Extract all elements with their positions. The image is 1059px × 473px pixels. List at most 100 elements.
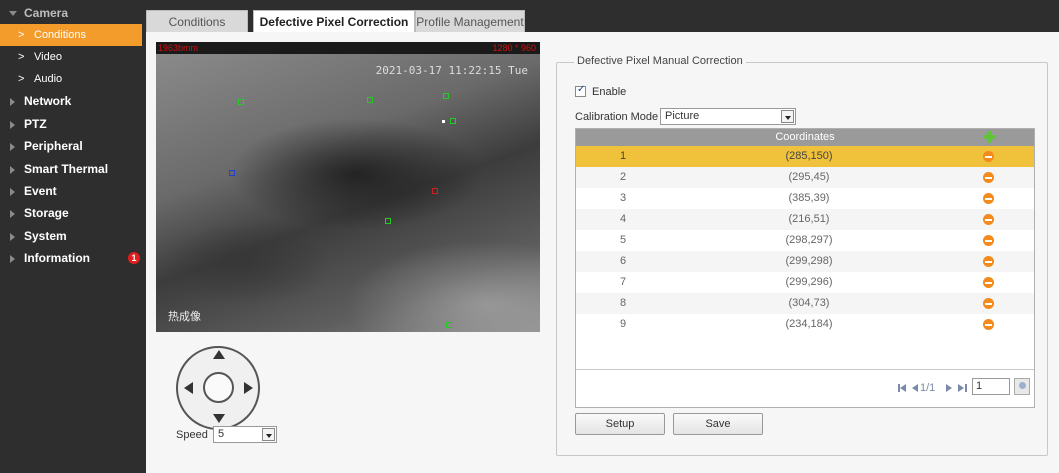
- sidebar-item-network[interactable]: Network: [0, 90, 146, 112]
- coordinates-table: Coordinates 1 (285,150) 2 (295,45) 3 (38…: [575, 128, 1035, 408]
- row-coordinate: (299,298): [785, 255, 833, 267]
- delete-icon[interactable]: [983, 193, 994, 204]
- sidebar-item-event[interactable]: Event: [0, 180, 146, 202]
- calibration-mode-value: Picture: [665, 110, 700, 122]
- expand-arrow-icon: [10, 98, 15, 107]
- calibration-mode-label: Calibration Mode: [575, 111, 659, 123]
- sidebar-item-label: System: [24, 228, 67, 243]
- expand-arrow-icon: [9, 11, 17, 16]
- sidebar-item-label: Event: [24, 183, 57, 198]
- row-coordinate: (234,184): [785, 318, 833, 330]
- delete-icon[interactable]: [983, 151, 994, 162]
- page-info: 1/1: [920, 382, 936, 394]
- delete-icon[interactable]: [983, 298, 994, 309]
- ptz-left-arrow-icon[interactable]: [184, 382, 193, 394]
- sidebar-item-smart-thermal[interactable]: Smart Thermal: [0, 158, 146, 180]
- save-button[interactable]: Save: [673, 413, 763, 435]
- row-number: 4: [619, 213, 627, 225]
- sidebar-item-peripheral[interactable]: Peripheral: [0, 135, 146, 157]
- video-timestamp: 2021-03-17 11:22:15 Tue: [375, 64, 528, 77]
- table-row[interactable]: 6 (299,298): [576, 251, 1034, 272]
- sidebar-item-label: Information: [24, 251, 90, 266]
- sidebar: Camera > Conditions > Video > Audio Netw…: [0, 0, 146, 473]
- row-number: 8: [619, 297, 627, 309]
- next-page-icon[interactable]: [946, 384, 952, 392]
- sidebar-item-label: Network: [24, 94, 72, 109]
- row-coordinate: (298,297): [785, 234, 833, 246]
- speed-label: Speed: [176, 429, 208, 441]
- delete-icon[interactable]: [983, 256, 994, 267]
- expand-arrow-icon: [10, 165, 15, 174]
- table-row[interactable]: 9 (234,184): [576, 314, 1034, 335]
- row-coordinate: (299,296): [785, 276, 833, 288]
- speed-select-value: 5: [218, 428, 225, 440]
- pixel-marker: [385, 218, 391, 224]
- tab-defective-pixel-correction[interactable]: Defective Pixel Correction: [253, 10, 415, 32]
- enable-checkbox[interactable]: [575, 84, 586, 97]
- sidebar-item-storage[interactable]: Storage: [0, 202, 146, 224]
- pixel-marker: [450, 118, 456, 124]
- video-channel-label: 热成像: [168, 311, 201, 323]
- pixel-marker: [446, 322, 452, 328]
- sidebar-item-camera[interactable]: Camera: [0, 2, 146, 24]
- row-number: 9: [619, 318, 627, 330]
- enable-label: Enable: [592, 86, 627, 98]
- delete-icon[interactable]: [983, 319, 994, 330]
- expand-arrow-icon: [10, 143, 15, 152]
- sidebar-item-label: Smart Thermal: [24, 161, 109, 176]
- prev-page-icon[interactable]: [912, 384, 918, 392]
- expand-arrow-icon: [10, 210, 15, 219]
- sidebar-subitem-audio[interactable]: > Audio: [0, 68, 146, 90]
- go-page-icon[interactable]: [1014, 378, 1030, 395]
- expand-arrow-icon: [10, 120, 15, 129]
- sidebar-item-information[interactable]: Information 1: [0, 247, 146, 269]
- pixel-marker: [443, 93, 449, 99]
- ptz-up-arrow-icon[interactable]: [213, 350, 225, 359]
- table-row[interactable]: 2 (295,45): [576, 167, 1034, 188]
- chevron-down-icon[interactable]: [262, 428, 275, 441]
- table-row[interactable]: 8 (304,73): [576, 293, 1034, 314]
- app-window: Camera > Conditions > Video > Audio Netw…: [0, 0, 1059, 473]
- delete-icon[interactable]: [983, 214, 994, 225]
- first-page-icon[interactable]: [898, 383, 908, 393]
- table-row[interactable]: 7 (299,296): [576, 272, 1034, 293]
- row-number: 7: [619, 276, 627, 288]
- delete-icon[interactable]: [983, 235, 994, 246]
- video-overlay-resolution: 1280 * 960: [492, 43, 536, 53]
- table-row[interactable]: 4 (216,51): [576, 209, 1034, 230]
- table-row[interactable]: 1 (285,150): [576, 146, 1034, 167]
- delete-icon[interactable]: [983, 277, 994, 288]
- table-row[interactable]: 3 (385,39): [576, 188, 1034, 209]
- row-number: 2: [619, 171, 627, 183]
- ptz-center-button[interactable]: [203, 372, 234, 403]
- delete-icon[interactable]: [983, 172, 994, 183]
- fieldset-legend: Defective Pixel Manual Correction: [574, 54, 746, 68]
- setup-button[interactable]: Setup: [575, 413, 665, 435]
- add-icon[interactable]: [983, 131, 995, 143]
- table-header: Coordinates: [576, 129, 1034, 146]
- sidebar-item-system[interactable]: System: [0, 225, 146, 247]
- thermal-image: [156, 54, 540, 332]
- expand-arrow-icon: [10, 255, 15, 264]
- sidebar-subitem-video[interactable]: > Video: [0, 46, 146, 68]
- page-number-input[interactable]: 1: [972, 378, 1010, 395]
- pixel-dot: [442, 120, 445, 123]
- tab-conditions[interactable]: Conditions: [146, 10, 248, 32]
- column-header-coordinates: Coordinates: [775, 131, 835, 143]
- calibration-mode-select[interactable]: Picture: [660, 108, 796, 125]
- last-page-icon[interactable]: [958, 383, 968, 393]
- row-number: 5: [619, 234, 627, 246]
- row-number: 1: [619, 150, 627, 162]
- tab-profile-management[interactable]: Profile Management: [415, 10, 525, 32]
- sidebar-subitem-conditions[interactable]: > Conditions: [0, 24, 142, 47]
- ptz-right-arrow-icon[interactable]: [244, 382, 253, 394]
- speed-select[interactable]: 5: [213, 426, 277, 443]
- pixel-marker: [229, 170, 235, 176]
- chevron-down-icon[interactable]: [781, 110, 794, 123]
- table-row[interactable]: 5 (298,297): [576, 230, 1034, 251]
- row-number: 3: [619, 192, 627, 204]
- expand-arrow-icon: [10, 187, 15, 196]
- video-preview[interactable]: 1963bmm 1280 * 960 2021-03-17 11:22:15 T…: [156, 42, 540, 332]
- ptz-down-arrow-icon[interactable]: [213, 414, 225, 423]
- sidebar-item-ptz[interactable]: PTZ: [0, 113, 146, 135]
